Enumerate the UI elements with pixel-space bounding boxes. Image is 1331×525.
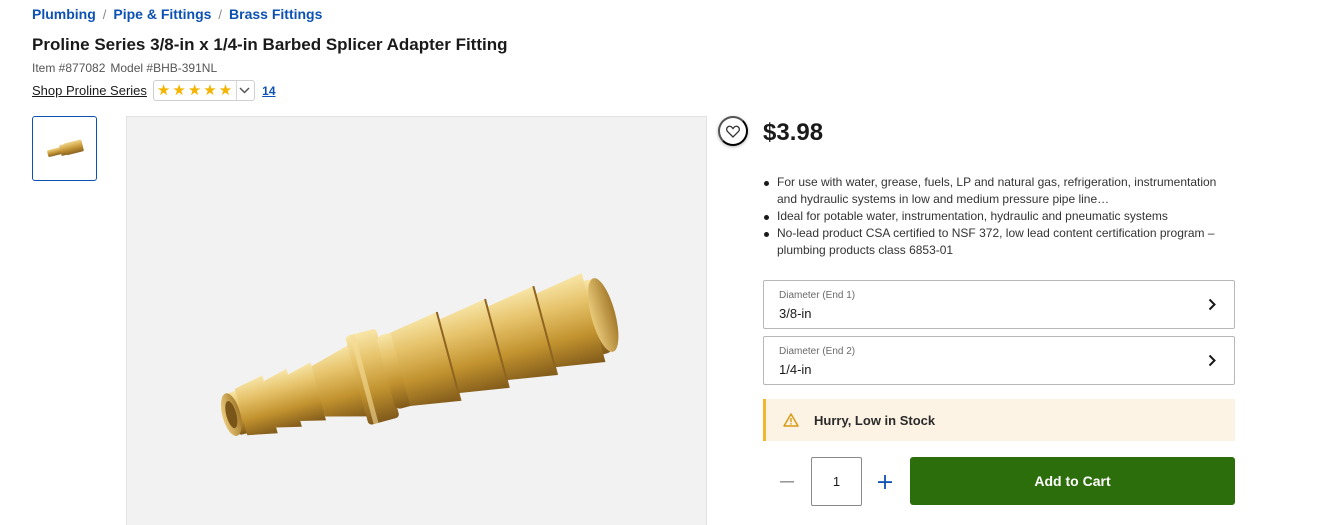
star-icon: ★ — [203, 82, 217, 99]
star-icon: ★ — [187, 82, 202, 99]
warning-icon — [783, 413, 799, 427]
product-thumbnail[interactable] — [32, 116, 97, 181]
star-icon: ★ — [172, 82, 186, 99]
breadcrumb-link-brass-fittings[interactable]: Brass Fittings — [229, 6, 322, 22]
breadcrumb-link-plumbing[interactable]: Plumbing — [32, 6, 96, 22]
quantity-decrease-button[interactable] — [775, 470, 799, 494]
thumbnail-fitting-image — [46, 139, 84, 157]
breadcrumb-separator: / — [102, 6, 107, 22]
product-price: $3.98 — [763, 119, 824, 146]
breadcrumb-separator: / — [218, 6, 223, 22]
model-number: Model #BHB-391NL — [110, 61, 218, 75]
feature-item: Ideal for potable water, instrumentation… — [763, 208, 1233, 225]
rating-widget[interactable]: ★ ★ ★ ★ ★ — [152, 80, 256, 101]
plus-icon — [878, 475, 892, 489]
brass-fitting-image — [220, 273, 619, 437]
heart-icon — [726, 125, 740, 138]
star-icon: ★ — [156, 82, 171, 99]
quantity-increase-button[interactable] — [873, 470, 897, 494]
minus-icon — [780, 481, 794, 483]
item-number: Item #877082 — [32, 61, 106, 75]
feature-item: No-lead product CSA certified to NSF 372… — [763, 225, 1233, 259]
add-to-cart-button[interactable]: Add to Cart — [910, 457, 1235, 505]
diameter-end-2-selector[interactable]: Diameter (End 2) 1/4-in — [763, 336, 1235, 385]
stock-message: Hurry, Low in Stock — [814, 412, 936, 428]
selector-value: 1/4-in — [779, 362, 812, 377]
review-count-link[interactable]: 14 — [262, 84, 275, 98]
breadcrumb-link-pipe-fittings[interactable]: Pipe & Fittings — [113, 6, 211, 22]
shop-brand-link[interactable]: Shop Proline Series — [32, 83, 147, 98]
quantity-input[interactable] — [811, 457, 862, 506]
selector-label: Diameter (End 1) — [779, 290, 856, 301]
chevron-right-icon — [1208, 298, 1216, 311]
product-title: Proline Series 3/8-in x 1/4-in Barbed Sp… — [32, 35, 508, 54]
brand-rating-row: Shop Proline Series ★ ★ ★ ★ ★ 14 — [32, 80, 276, 101]
product-main-image[interactable] — [126, 116, 707, 525]
chevron-right-icon — [1208, 354, 1216, 367]
feature-list: For use with water, grease, fuels, LP an… — [763, 174, 1233, 259]
diameter-end-1-selector[interactable]: Diameter (End 1) 3/8-in — [763, 280, 1235, 329]
stock-alert: Hurry, Low in Stock — [763, 399, 1235, 441]
feature-item: For use with water, grease, fuels, LP an… — [763, 174, 1233, 208]
star-icon: ★ — [218, 82, 233, 99]
selector-label: Diameter (End 2) — [779, 346, 856, 357]
selector-value: 3/8-in — [779, 306, 812, 321]
chevron-down-icon[interactable] — [236, 81, 252, 100]
favorite-button[interactable] — [718, 116, 748, 146]
breadcrumb: Plumbing / Pipe & Fittings / Brass Fitti… — [32, 6, 322, 22]
product-meta: Item #877082 Model #BHB-391NL — [32, 61, 217, 75]
